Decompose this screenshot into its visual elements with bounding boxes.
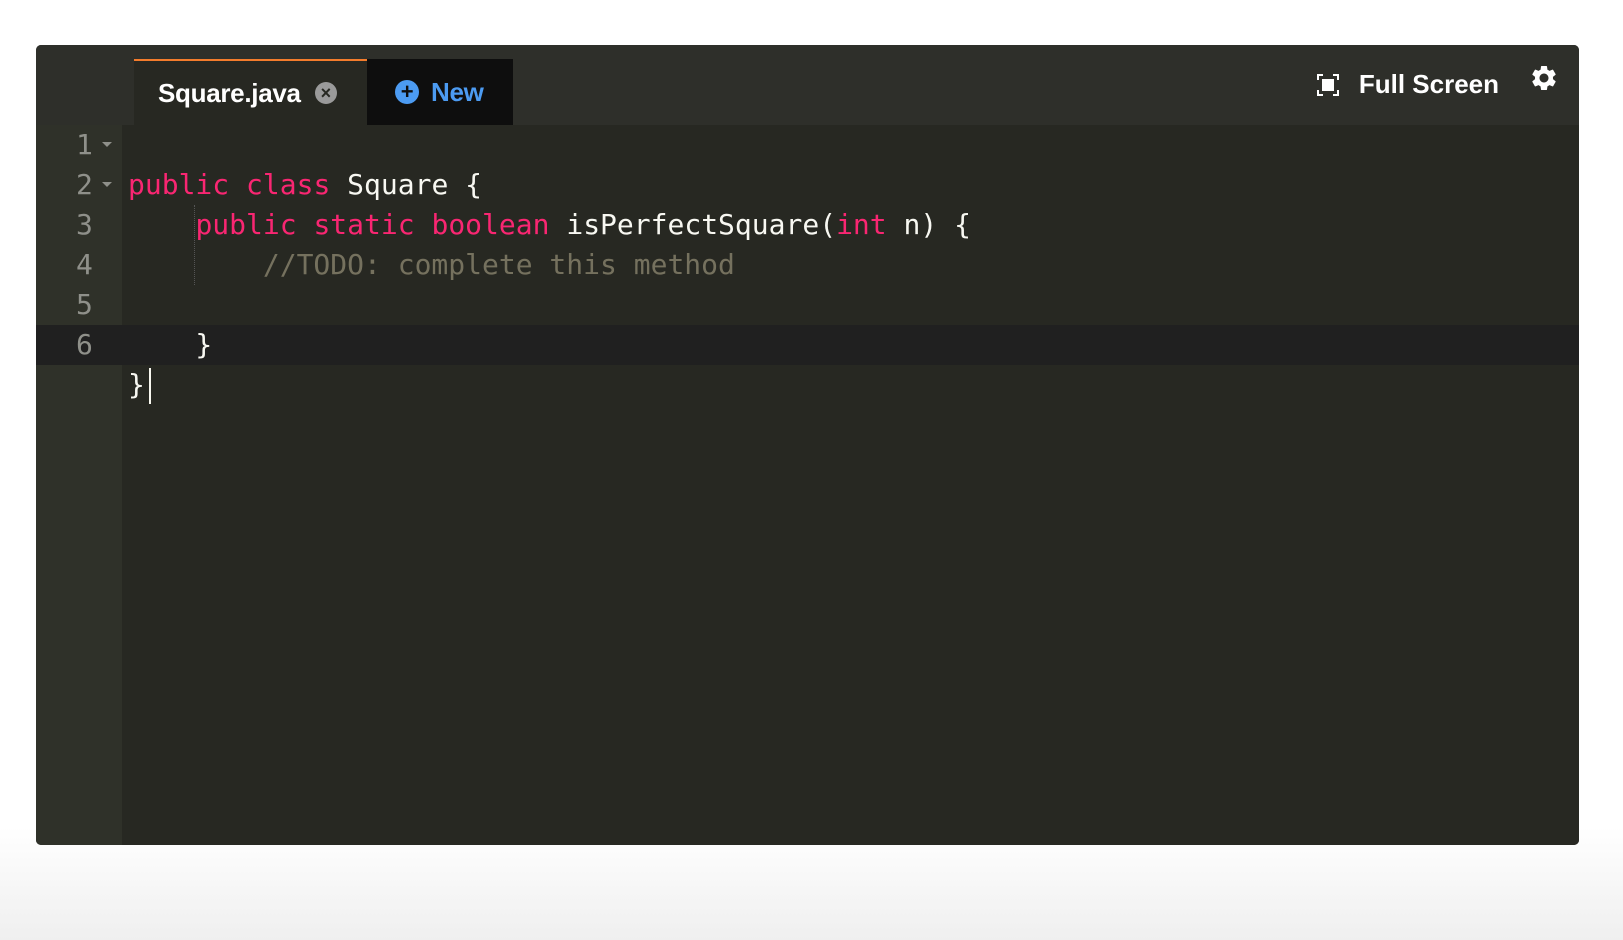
fullscreen-icon <box>1316 73 1339 96</box>
line-number-gutter: 1 2 3 4 5 6 <box>36 125 122 845</box>
text-cursor <box>148 368 151 404</box>
line-number: 6 <box>36 325 122 365</box>
plus-circle-icon: + <box>395 80 419 104</box>
tab-label: Square.java <box>158 77 301 108</box>
line-number: 2 <box>36 165 122 205</box>
code-editor: Square.java × + New Full Screen 1 2 3 4 … <box>36 45 1579 845</box>
line-number: 3 <box>76 208 93 241</box>
tab-square-java[interactable]: Square.java × <box>134 59 367 125</box>
line-number: 5 <box>76 288 93 321</box>
code-line-1: public class Square { <box>128 168 483 201</box>
fold-arrow-icon[interactable] <box>102 142 112 147</box>
fullscreen-label: Full Screen <box>1358 69 1499 99</box>
fold-arrow-icon[interactable] <box>102 182 112 187</box>
fullscreen-button[interactable]: Full Screen <box>1316 69 1499 100</box>
close-circle-icon[interactable]: × <box>314 82 337 104</box>
new-tab-button[interactable]: + New <box>367 59 513 125</box>
code-line-3: //TODO: complete this method <box>262 248 735 281</box>
new-tab-label: New <box>431 76 484 107</box>
gear-icon[interactable] <box>1529 63 1559 93</box>
code-line-2: public static boolean isPerfectSquare(in… <box>195 208 971 241</box>
line-number: 1 <box>36 125 122 165</box>
line-number: 4 <box>76 248 93 281</box>
code-line-5: } <box>128 328 213 361</box>
editor-toolbar: Square.java × + New Full Screen <box>36 45 1579 125</box>
code-text-area[interactable]: public class Square { public static bool… <box>122 125 1579 845</box>
code-line-6: } <box>122 325 1579 404</box>
